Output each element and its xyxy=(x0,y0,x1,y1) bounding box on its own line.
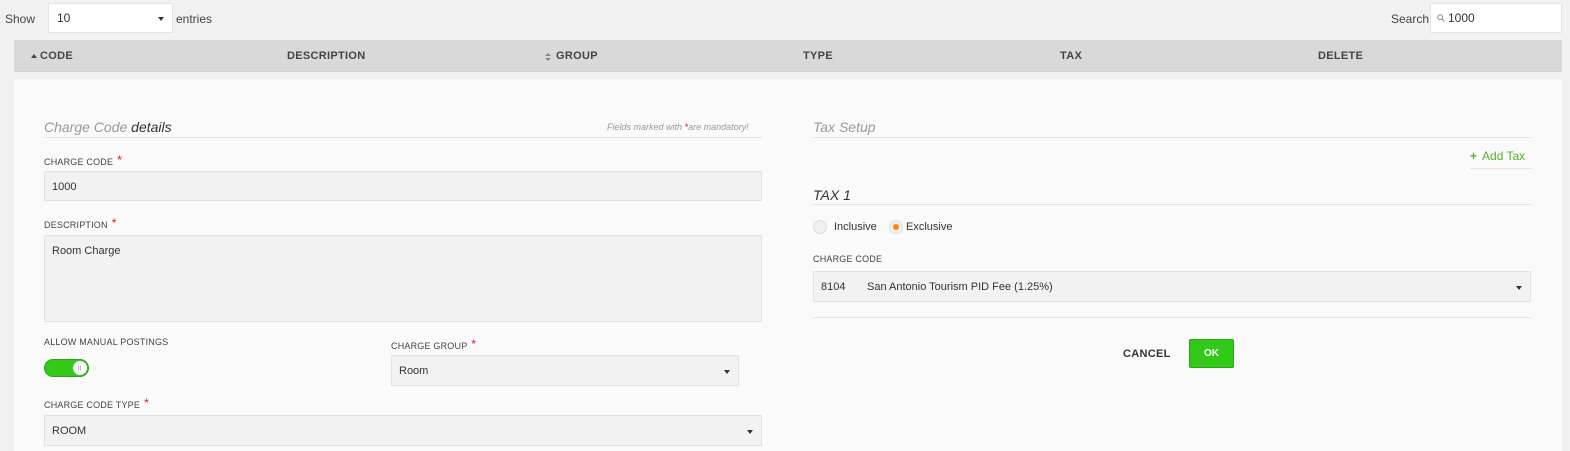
column-header-type[interactable]: TYPE xyxy=(803,50,833,62)
tax-charge-code-label: CHARGE CODE xyxy=(813,254,883,264)
sort-icon[interactable] xyxy=(545,53,551,62)
toggle-knob xyxy=(73,361,87,375)
search-icon xyxy=(1437,14,1445,22)
chevron-down-icon xyxy=(747,430,753,434)
required-marker: * xyxy=(144,396,149,410)
required-marker: * xyxy=(111,216,117,230)
entries-per-page-value: 10 xyxy=(57,11,71,25)
allow-manual-postings-toggle[interactable] xyxy=(44,359,89,377)
search-box[interactable] xyxy=(1430,3,1562,33)
sort-ascending-icon[interactable] xyxy=(31,54,37,58)
charge-code-label: CHARGE CODE * xyxy=(44,153,123,167)
exclusive-radio[interactable] xyxy=(889,220,903,234)
charge-code-input[interactable]: 1000 xyxy=(44,171,762,201)
charge-group-label: CHARGE GROUP * xyxy=(391,337,477,351)
description-label: DESCRIPTION * xyxy=(44,216,117,230)
exclusive-label: Exclusive xyxy=(906,221,953,233)
add-tax-underline xyxy=(1470,168,1532,169)
tax-charge-code-name: San Antonio Tourism PID Fee (1.25%) xyxy=(867,281,1053,293)
tax-charge-code-select[interactable]: 8104 San Antonio Tourism PID Fee (1.25%) xyxy=(813,271,1531,302)
column-header-group[interactable]: GROUP xyxy=(556,50,598,62)
table-header: CODE DESCRIPTION GROUP TYPE TAX DELETE xyxy=(14,40,1562,72)
actions-divider xyxy=(813,317,1531,318)
edit-charge-code-panel: Charge Code details Fields marked with *… xyxy=(14,79,1562,451)
search-input[interactable] xyxy=(1448,9,1558,27)
chevron-down-icon xyxy=(1516,286,1522,290)
entries-label: entries xyxy=(176,12,213,26)
chevron-down-icon xyxy=(158,17,164,21)
tax-1-title: TAX 1 xyxy=(813,187,851,203)
cancel-button[interactable]: CANCEL xyxy=(1123,348,1171,360)
inclusive-label: Inclusive xyxy=(834,221,877,233)
entries-per-page-select[interactable]: 10 xyxy=(48,3,173,33)
ok-button[interactable]: OK xyxy=(1189,339,1234,368)
details-section-title: Charge Code details xyxy=(44,119,172,135)
column-header-description[interactable]: DESCRIPTION xyxy=(287,50,365,62)
charge-code-type-select[interactable]: ROOM xyxy=(44,415,762,446)
required-marker: * xyxy=(117,153,123,167)
tax-setup-title: Tax Setup xyxy=(813,119,876,135)
charge-group-select[interactable]: Room xyxy=(391,355,739,386)
column-header-code[interactable]: CODE xyxy=(40,50,73,62)
allow-manual-postings-label: ALLOW MANUAL POSTINGS xyxy=(44,337,169,347)
mandatory-note: Fields marked with *are mandatory! xyxy=(607,122,749,132)
description-textarea[interactable]: Room Charge xyxy=(44,235,762,322)
column-header-tax[interactable]: TAX xyxy=(1060,50,1082,62)
search-label: Search xyxy=(1391,12,1430,26)
add-tax-link[interactable]: + Add Tax xyxy=(1470,149,1525,163)
details-divider xyxy=(44,137,762,138)
tax-setup-divider xyxy=(813,137,1531,138)
inclusive-radio[interactable] xyxy=(813,220,827,234)
plus-icon: + xyxy=(1470,149,1478,163)
required-marker: * xyxy=(471,337,477,351)
show-label: Show xyxy=(5,12,36,26)
tax-charge-code-number: 8104 xyxy=(821,281,846,293)
tax-1-divider xyxy=(813,204,1531,205)
column-header-delete[interactable]: DELETE xyxy=(1318,50,1363,62)
table-toolbar: Show 10 entries Search xyxy=(0,0,1570,40)
chevron-down-icon xyxy=(724,370,730,374)
charge-code-type-label: CHARGE CODE TYPE * xyxy=(44,396,149,410)
